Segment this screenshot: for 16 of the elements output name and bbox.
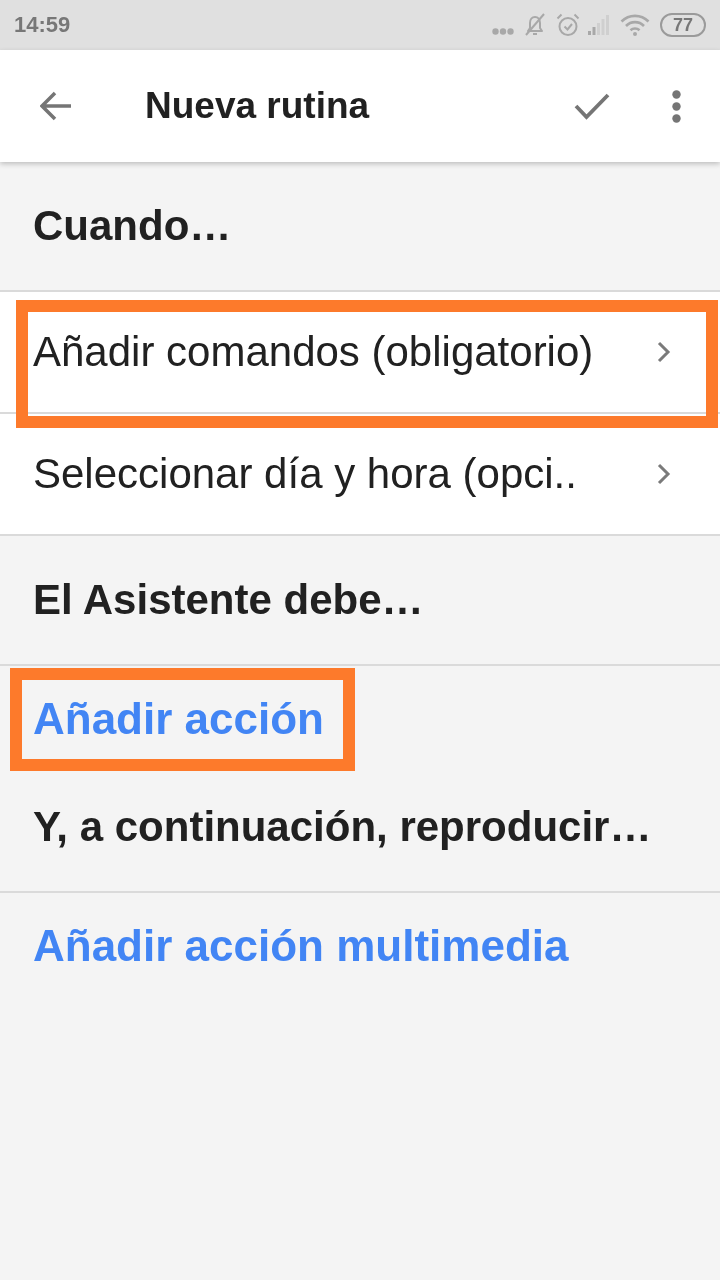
list-row[interactable]: Seleccionar día y hora (opci.. [0, 414, 720, 536]
wifi-icon [620, 14, 650, 36]
signal-icon [588, 15, 610, 35]
status-time: 14:59 [14, 12, 72, 38]
section-heading: El Asistente debe… [0, 536, 720, 666]
chevron-right-icon [657, 341, 671, 363]
back-arrow-icon [40, 91, 72, 121]
section-heading: Y, a continuación, reproducir… [0, 763, 720, 893]
check-icon [574, 92, 610, 120]
screen-title: Nueva rutina [145, 85, 371, 127]
alarm-clock-icon [556, 13, 580, 37]
muted-bell-icon [524, 13, 546, 37]
more-vert-icon [671, 89, 681, 123]
more-dots-icon [492, 27, 514, 35]
chevron-right-icon [657, 463, 671, 485]
battery-indicator: 77 [660, 13, 706, 37]
